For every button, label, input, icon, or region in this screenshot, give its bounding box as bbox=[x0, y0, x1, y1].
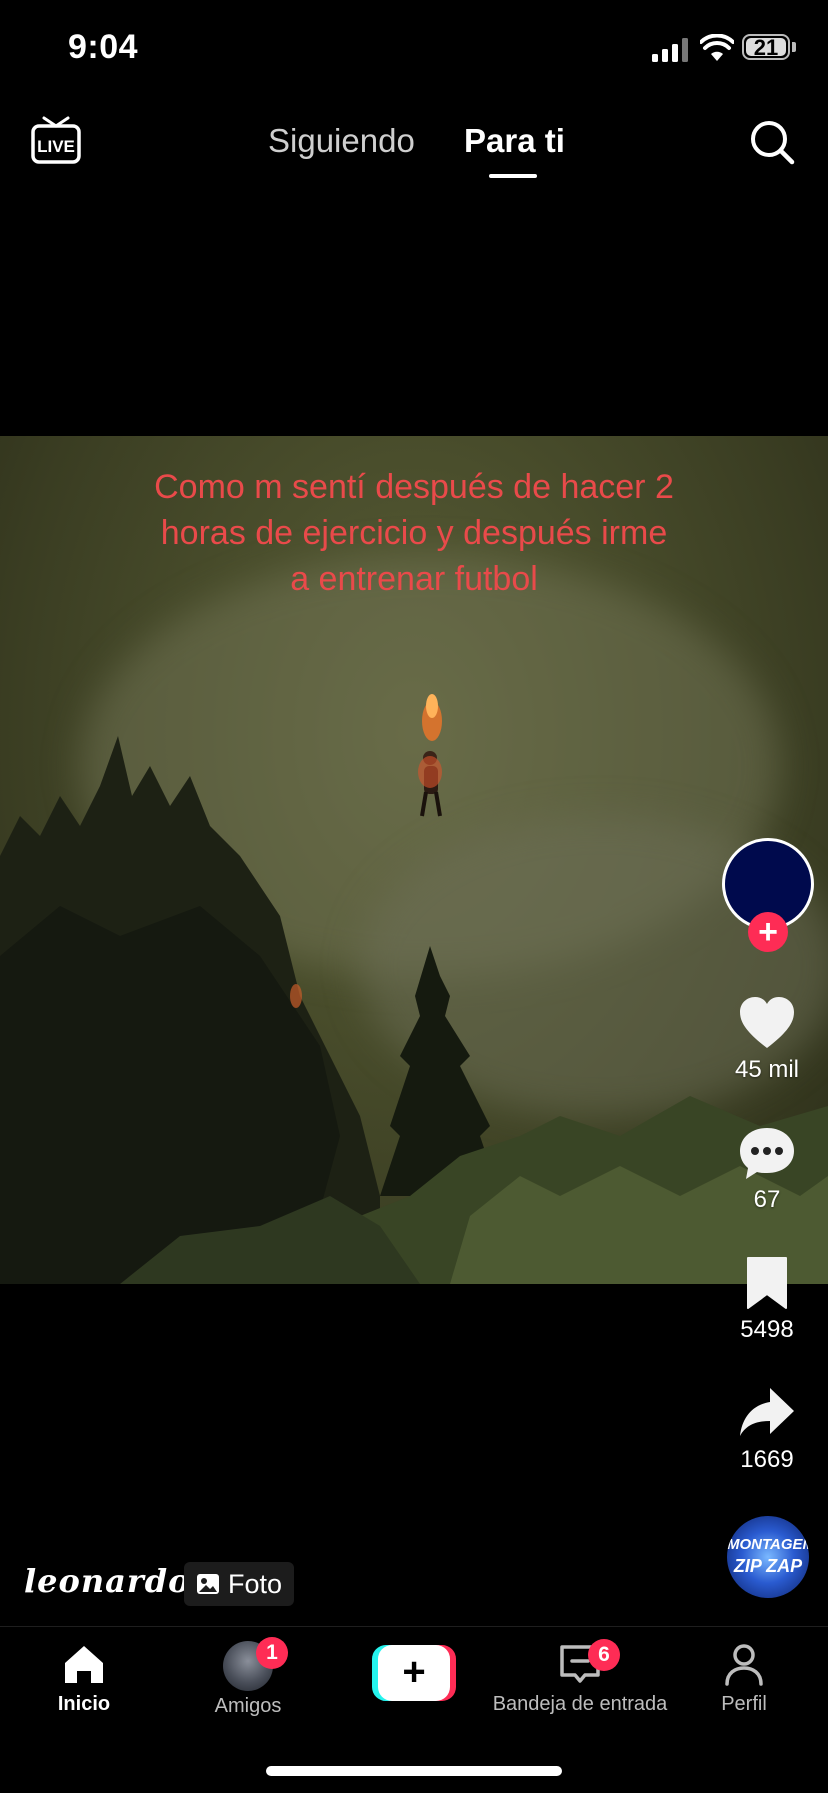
comment-icon bbox=[740, 1128, 794, 1179]
home-indicator bbox=[266, 1766, 562, 1776]
search-icon[interactable] bbox=[748, 118, 796, 166]
battery-level: 21 bbox=[753, 35, 779, 60]
creator-username[interactable]: leonardo bbox=[24, 1562, 190, 1600]
nav-friends-label: Amigos bbox=[214, 1695, 282, 1717]
video-caption: Como m sentí después de hacer 2 horas de… bbox=[154, 468, 674, 598]
photo-badge-label: Foto bbox=[228, 1568, 283, 1599]
nav-inbox[interactable]: Bandeja de entrada 6 bbox=[492, 1639, 668, 1716]
heart-icon bbox=[740, 997, 794, 1048]
plus-icon: + bbox=[378, 1645, 450, 1701]
nav-friends[interactable]: Amigos 1 bbox=[200, 1637, 296, 1718]
music-disc-line: ZIP ZAP bbox=[733, 1556, 803, 1576]
active-tab-indicator bbox=[489, 174, 537, 178]
image-icon bbox=[197, 1574, 219, 1594]
friends-badge: 1 bbox=[256, 1637, 288, 1669]
creator-avatar[interactable]: + bbox=[722, 838, 828, 958]
tab-following[interactable]: Siguiendo bbox=[268, 122, 415, 160]
profile-icon bbox=[725, 1644, 763, 1686]
bookmark-button[interactable]: 5498 bbox=[720, 1252, 814, 1344]
bookmark-icon bbox=[747, 1257, 787, 1309]
video-frame[interactable]: Como m sentí después de hacer 2 horas de… bbox=[0, 436, 828, 1284]
wifi-icon bbox=[700, 34, 734, 61]
cellular-signal-icon bbox=[652, 38, 688, 62]
music-disc-line: MONTAGEM bbox=[727, 1536, 809, 1553]
nav-profile-label: Perfil bbox=[721, 1693, 767, 1715]
share-button[interactable]: 1669 bbox=[720, 1382, 814, 1474]
share-count: 1669 bbox=[740, 1446, 794, 1473]
nav-inbox-label: Bandeja de entrada bbox=[492, 1693, 668, 1715]
like-count: 45 mil bbox=[734, 1056, 800, 1083]
like-button[interactable]: 45 mil bbox=[720, 992, 814, 1084]
music-disc[interactable]: MONTAGEM ZIP ZAP bbox=[727, 1516, 809, 1598]
nav-home-label: Inicio bbox=[57, 1693, 111, 1715]
feed-tabs: Siguiendo Para ti bbox=[0, 118, 828, 182]
home-icon bbox=[65, 1646, 103, 1683]
comment-count: 67 bbox=[753, 1186, 781, 1213]
inbox-badge: 6 bbox=[588, 1639, 620, 1671]
status-bar: 9:04 21 bbox=[0, 0, 828, 100]
nav-profile[interactable]: Perfil bbox=[706, 1641, 782, 1716]
photo-badge: Foto bbox=[184, 1562, 295, 1606]
nav-home[interactable]: Inicio bbox=[44, 1641, 124, 1716]
share-icon bbox=[740, 1388, 794, 1436]
status-time: 9:04 bbox=[68, 28, 139, 66]
battery-tip bbox=[792, 42, 796, 52]
comment-button[interactable]: 67 bbox=[720, 1122, 814, 1214]
follow-button[interactable]: + bbox=[748, 912, 788, 952]
tab-for-you[interactable]: Para ti bbox=[464, 122, 565, 160]
battery-icon: 21 bbox=[742, 34, 790, 60]
bookmark-count: 5498 bbox=[740, 1316, 794, 1343]
create-button[interactable]: + bbox=[372, 1645, 456, 1701]
